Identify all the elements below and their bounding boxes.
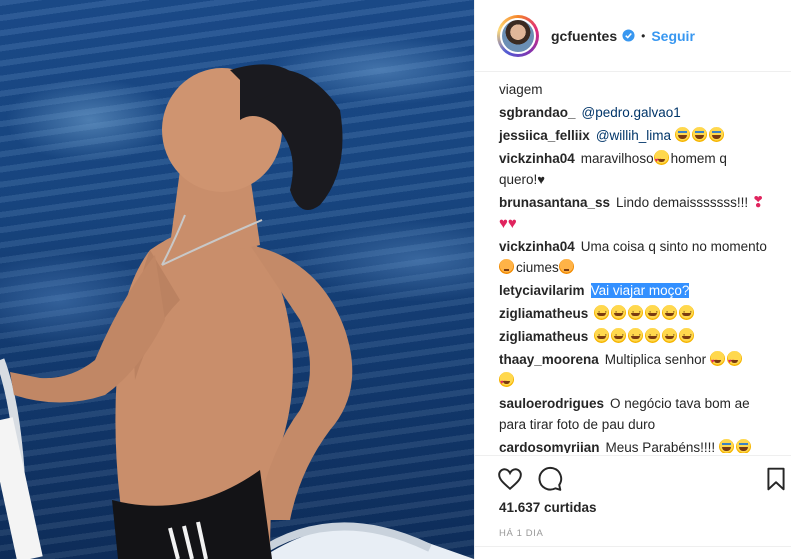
post-sidebar: gcfuentes • Seguir viagem sgbrandao_ @ped… <box>474 0 791 559</box>
verified-badge-icon <box>622 29 635 42</box>
comment-username[interactable]: sgbrandao_ <box>499 105 576 120</box>
action-bar <box>475 455 791 505</box>
hearts-icon: ♥♥ <box>499 215 517 232</box>
comment-item: thaay_moorena Multiplica senhor <box>499 349 767 394</box>
heart-eyes-emoji-icon <box>726 351 742 373</box>
comment-item: jessiica_felliix @willih_lima <box>499 125 767 146</box>
grinning-emoji-icon <box>662 302 678 323</box>
laughing-emoji-icon <box>735 439 751 453</box>
comment-username[interactable]: zigliamatheus <box>499 329 588 344</box>
comment-item: viagem <box>499 79 767 100</box>
comment-item: sauloerodrigues O negócio tava bom ae par… <box>499 393 767 435</box>
comment-text: Uma coisa q sinto no momento <box>580 239 767 254</box>
pouting-emoji-icon <box>558 259 574 274</box>
comment-text: Multiplica senhor <box>604 352 707 367</box>
comment-item: zigliamatheus <box>499 302 767 324</box>
grinning-emoji-icon <box>679 325 695 346</box>
comment-text: Lindo demaisssssss!!! <box>616 195 749 210</box>
comment-item: vickzinha04 Uma coisa q sinto no momento c… <box>499 236 767 278</box>
laughing-emoji-icon <box>718 439 734 453</box>
grinning-emoji-icon <box>611 302 627 323</box>
speech-bubble-icon[interactable] <box>537 466 563 492</box>
grinning-emoji-icon <box>662 325 678 346</box>
comment-item: letyciavilarim Vai viajar moço? <box>499 280 767 301</box>
comment-text: Meus Parabéns!!!! <box>605 440 716 453</box>
post-header: gcfuentes • Seguir <box>475 0 791 72</box>
comment-username[interactable]: jessiica_felliix <box>499 128 590 143</box>
comments-list: viagem sgbrandao_ @pedro.galvao1 jessiica… <box>475 73 791 453</box>
laughing-emoji-icon <box>691 127 707 142</box>
comment-username[interactable]: letyciavilarim <box>499 283 585 298</box>
comment-username[interactable]: brunasantana_ss <box>499 195 610 210</box>
add-comment-area[interactable] <box>475 546 791 559</box>
comment-text: maravilhoso <box>580 151 654 166</box>
comment-item: cardosomyriian Meus Parabéns!!!! <box>499 437 767 453</box>
comment-username[interactable]: thaay_moorena <box>499 352 599 367</box>
comment-item: sgbrandao_ @pedro.galvao1 <box>499 102 767 123</box>
post-timestamp[interactable]: HÁ 1 DIA <box>499 528 543 539</box>
grinning-emoji-icon <box>645 325 661 346</box>
grinning-emoji-icon <box>594 302 610 323</box>
broken-heart-icon: ❣ <box>751 194 765 211</box>
likes-count[interactable]: 41.637 curtidas <box>499 500 597 515</box>
follow-button[interactable]: Seguir <box>651 28 695 44</box>
bookmark-icon[interactable] <box>763 466 789 492</box>
comment-username[interactable]: cardosomyriian <box>499 440 600 453</box>
grinning-emoji-icon <box>611 325 627 346</box>
comment-item: zigliamatheus <box>499 325 767 347</box>
comment-username[interactable]: zigliamatheus <box>499 306 588 321</box>
grinning-emoji-icon <box>628 302 644 323</box>
comment-text: ciumes <box>516 260 559 275</box>
separator-dot: • <box>641 28 646 43</box>
grinning-emoji-icon <box>645 302 661 323</box>
comment-username[interactable]: vickzinha04 <box>499 239 575 254</box>
heart-outline-icon[interactable] <box>497 466 523 492</box>
black-heart-icon: ♥ <box>537 172 545 187</box>
laughing-emoji-icon <box>708 127 724 142</box>
username-link[interactable]: gcfuentes <box>551 28 617 44</box>
pouting-emoji-icon <box>499 259 514 274</box>
heart-eyes-emoji-icon <box>499 372 514 394</box>
grinning-emoji-icon <box>679 302 695 323</box>
grinning-emoji-icon <box>594 325 610 346</box>
grinning-emoji-icon <box>628 325 644 346</box>
comment-username[interactable]: vickzinha04 <box>499 151 575 166</box>
photo-illustration <box>0 64 474 559</box>
heart-eyes-emoji-icon <box>709 351 725 373</box>
heart-eyes-emoji-icon <box>653 150 669 172</box>
comment-text: viagem <box>499 82 543 97</box>
comment-username[interactable]: sauloerodrigues <box>499 396 604 411</box>
avatar[interactable] <box>497 14 539 57</box>
avatar-image <box>500 17 536 54</box>
post-photo <box>0 0 474 559</box>
comment-item: vickzinha04maravilhosohomem q quero!♥ <box>499 148 767 190</box>
laughing-emoji-icon <box>674 127 690 142</box>
comment-text-selected: Vai viajar moço? <box>590 283 690 298</box>
comment-item: brunasantana_ss Lindo demaisssssss!!! ❣ ♥… <box>499 192 767 234</box>
comment-mention[interactable]: @willih_lima <box>596 128 671 143</box>
comment-mention[interactable]: @pedro.galvao1 <box>582 105 681 120</box>
